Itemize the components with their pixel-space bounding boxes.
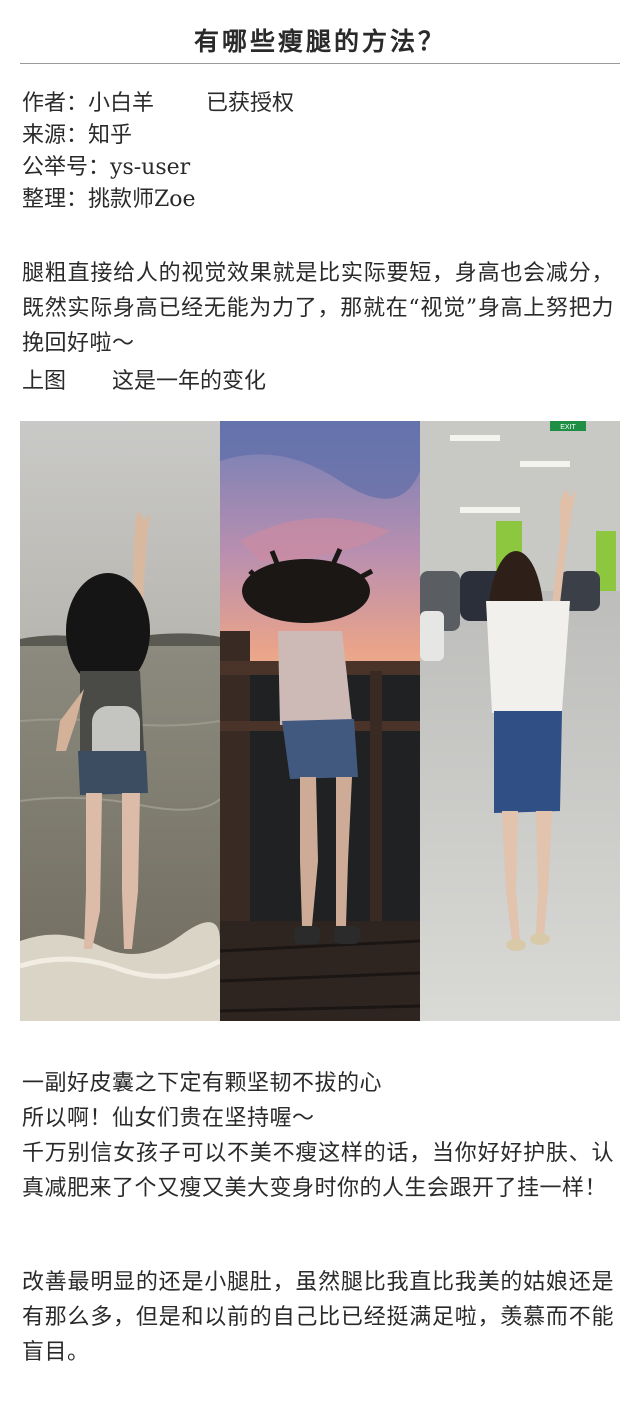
motivation-line-3: 千万别信女孩子可以不美不瘦这样的话，当你好好护肤、认真减肥来了个又瘦又美大变身时… <box>22 1141 614 1201</box>
photo-beach-image <box>20 421 220 1021</box>
source-row: 来源：知乎 <box>22 120 294 152</box>
source-label: 来源： <box>22 123 89 148</box>
source-name: 知乎 <box>88 123 133 148</box>
progress-photo-collage: EXIT <box>20 421 620 1021</box>
motivation-line-1: 一副好皮囊之下定有颗坚韧不拔的心 <box>22 1071 383 1096</box>
account-row: 公举号：ys-user <box>22 152 294 184</box>
article-meta: 作者：小白羊 已获授权 来源：知乎 公举号：ys-user 整理：挑款师Zoe <box>22 88 294 216</box>
editor-label: 整理： <box>22 187 89 212</box>
motivation-paragraph: 一副好皮囊之下定有颗坚韧不拔的心 所以啊！仙女们贵在坚持喔～ 千万别信女孩子可以… <box>22 1066 614 1206</box>
photo-garage-image: EXIT <box>420 421 620 1021</box>
account-name: ys-user <box>110 155 191 180</box>
caption-left: 上图 <box>22 369 67 394</box>
author-row: 作者：小白羊 已获授权 <box>22 88 294 120</box>
editor-name: 挑款师Zoe <box>88 187 196 212</box>
author-label: 作者： <box>22 91 89 116</box>
photo-caption: 上图 这是一年的变化 <box>22 364 266 399</box>
photo-sunset-image <box>220 421 420 1021</box>
title-divider <box>20 63 620 64</box>
motivation-line-2: 所以啊！仙女们贵在坚持喔～ <box>22 1106 315 1131</box>
article-title: 有哪些瘦腿的方法？ <box>193 27 446 56</box>
editor-row: 整理：挑款师Zoe <box>22 184 294 216</box>
result-paragraph: 改善最明显的还是小腿肚，虽然腿比我直比我美的姑娘还是有那么多，但是和以前的自己比… <box>22 1270 614 1365</box>
photo-beach <box>20 421 220 1021</box>
photo-sunset-deck <box>220 421 420 1021</box>
author-name: 小白羊 <box>88 91 155 116</box>
account-label: 公举号： <box>22 155 111 180</box>
exit-sign-text: EXIT <box>560 424 576 431</box>
photo-parking-garage: EXIT <box>420 421 620 1021</box>
intro-paragraph: 腿粗直接给人的视觉效果就是比实际要短，身高也会减分，既然实际身高已经无能为力了，… <box>22 261 614 356</box>
authorized-note: 已获授权 <box>206 91 295 116</box>
caption-right: 这是一年的变化 <box>112 369 267 394</box>
